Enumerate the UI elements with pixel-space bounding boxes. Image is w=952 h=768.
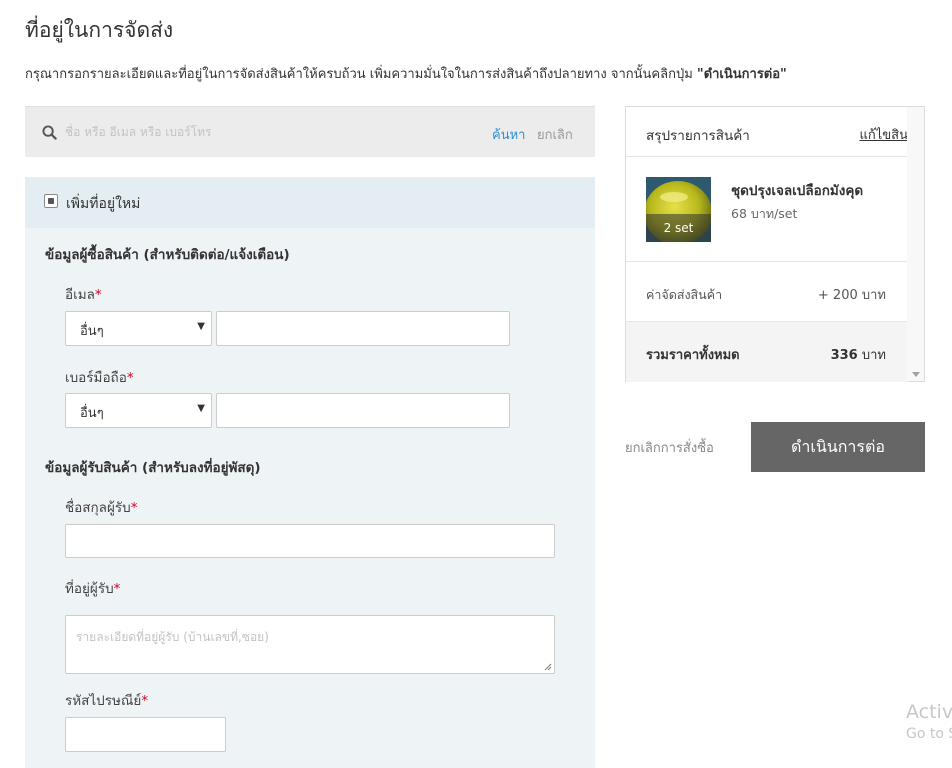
receiver-address-textarea[interactable]: รายละเอียดที่อยู่ผู้รับ (บ้านเลขที่,ซอย)	[65, 615, 555, 674]
description-highlight: "ดำเนินการต่อ"	[696, 67, 787, 82]
receiver-section-title: ข้อมูลผู้รับสินค้า (สำหรับลงที่อยู่พัสดุ…	[45, 460, 261, 476]
summary-header: สรุปรายการสินค้า แก้ไขสินค้า	[626, 107, 924, 157]
item-name: ชุดปรุงเจลเปลือกมังคุด	[731, 183, 864, 199]
required-mark: *	[94, 287, 102, 303]
page-description: กรุณากรอกรายละเอียดและที่อยู่ในการจัดส่ง…	[25, 63, 787, 84]
dropdown-caret-icon: ▼	[197, 403, 205, 414]
email-input[interactable]	[216, 311, 510, 346]
required-mark: *	[141, 693, 149, 709]
address-search-bar: ค้นหา ยกเลิก	[25, 106, 595, 157]
total-row: รวมราคาทั้งหมด 336 บาท	[626, 322, 908, 382]
email-type-value: อื่นๆ	[80, 324, 104, 339]
required-mark: *	[130, 500, 138, 516]
resize-grip-icon[interactable]	[544, 663, 552, 671]
phone-type-select[interactable]: อื่นๆ ▼	[65, 393, 212, 428]
product-thumbnail: 2 set	[646, 177, 711, 242]
order-summary: สรุปรายการสินค้า แก้ไขสินค้า 2 set ชุดปร…	[625, 106, 925, 382]
required-mark: *	[113, 581, 121, 597]
buyer-section-title: ข้อมูลผู้ซื้อสินค้า (สำหรับติดต่อ/แจ้งเต…	[45, 247, 290, 263]
phone-type-value: อื่นๆ	[80, 406, 104, 421]
add-new-address-radio[interactable]	[44, 194, 58, 208]
add-new-address-option[interactable]: เพิ่มที่อยู่ใหม่	[25, 177, 595, 228]
system-overlay-line-1: Activ	[906, 701, 952, 723]
address-placeholder: รายละเอียดที่อยู่ผู้รับ (บ้านเลขที่,ซอย)	[76, 630, 269, 644]
description-text: กรุณากรอกรายละเอียดและที่อยู่ในการจัดส่ง…	[25, 67, 697, 82]
cancel-order-link[interactable]: ยกเลิกการสั่งซื้อ	[625, 437, 714, 458]
phone-label: เบอร์มือถือ*	[65, 366, 134, 388]
cancel-search-button[interactable]: ยกเลิก	[537, 124, 573, 145]
system-overlay-line-2: Go to S	[906, 726, 952, 742]
address-search-input[interactable]	[65, 120, 465, 144]
dropdown-caret-icon: ▼	[197, 321, 205, 332]
summary-scrollbar[interactable]	[907, 107, 924, 381]
shipping-row: ค่าจัดส่งสินค้า + 200 บาท	[626, 262, 908, 322]
required-mark: *	[126, 370, 134, 386]
receiver-address-label: ที่อยู่ผู้รับ*	[65, 577, 120, 599]
summary-title: สรุปรายการสินค้า	[646, 128, 750, 144]
phone-label-text: เบอร์มือถือ	[65, 370, 127, 386]
zip-input[interactable]	[65, 717, 226, 752]
item-quantity-badge: 2 set	[646, 214, 711, 242]
scroll-down-arrow-icon[interactable]	[912, 372, 920, 377]
item-price: 68 บาท/set	[731, 206, 798, 221]
search-button[interactable]: ค้นหา	[492, 124, 525, 145]
receiver-name-input[interactable]	[65, 524, 555, 558]
phone-input[interactable]	[216, 393, 510, 428]
receiver-name-label: ชื่อสกุลผู้รับ*	[65, 496, 137, 518]
address-form-panel: เพิ่มที่อยู่ใหม่ ข้อมูลผู้ซื้อสินค้า (สำ…	[25, 177, 595, 768]
receiver-name-label-text: ชื่อสกุลผู้รับ	[65, 500, 131, 516]
shipping-value: + 200 บาท	[817, 288, 886, 303]
summary-item: 2 set ชุดปรุงเจลเปลือกมังคุด 68 บาท/set	[626, 157, 908, 262]
zip-label: รหัสไปรษณีย์*	[65, 689, 148, 711]
total-label: รวมราคาทั้งหมด	[646, 348, 740, 363]
add-new-address-label: เพิ่มที่อยู่ใหม่	[66, 196, 141, 212]
total-amount: 336	[830, 348, 858, 363]
search-icon[interactable]	[42, 125, 57, 140]
email-label-text: อีเมล	[65, 287, 95, 303]
zip-label-text: รหัสไปรษณีย์	[65, 693, 142, 709]
total-value: 336 บาท	[831, 344, 886, 365]
continue-button[interactable]: ดำเนินการต่อ	[751, 422, 925, 472]
email-label: อีเมล*	[65, 283, 102, 305]
receiver-address-label-text: ที่อยู่ผู้รับ	[65, 581, 114, 597]
total-unit: บาท	[857, 348, 886, 363]
page-title: ที่อยู่ในการจัดส่ง	[25, 18, 174, 42]
email-type-select[interactable]: อื่นๆ ▼	[65, 311, 212, 346]
shipping-label: ค่าจัดส่งสินค้า	[646, 287, 723, 302]
